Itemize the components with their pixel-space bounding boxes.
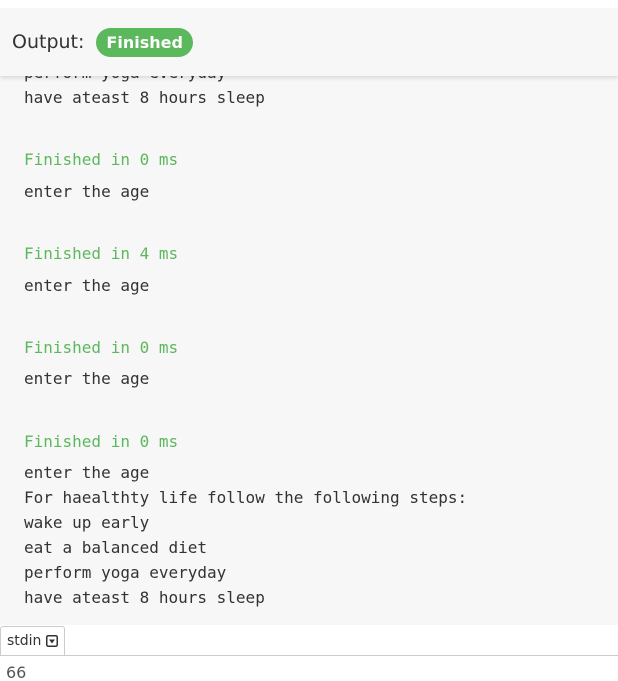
- top-strip: [0, 0, 618, 8]
- stdin-area: stdin 66: [0, 625, 618, 681]
- output-line: For haealthty life follow the following …: [24, 488, 468, 507]
- output-line: enter the age: [24, 463, 150, 482]
- output-line: Finished in 4 ms: [24, 244, 179, 263]
- output-label: Output:: [12, 31, 85, 53]
- output-header: Output: Finished: [0, 8, 618, 76]
- output-line: Finished in 0 ms: [24, 150, 179, 169]
- output-line: Finished in 0 ms: [24, 338, 179, 357]
- stdin-input[interactable]: 66: [6, 663, 26, 681]
- output-line: enter the age: [24, 182, 150, 201]
- output-line: Finished in 0 ms: [24, 432, 179, 451]
- output-line: have ateast 8 hours sleep: [24, 588, 265, 607]
- output-panel[interactable]: Output: Finished perform yoga everyday h…: [0, 8, 618, 625]
- stdin-divider: [0, 655, 618, 656]
- output-line: enter the age: [24, 369, 150, 388]
- output-line: wake up early: [24, 513, 150, 532]
- output-line: perform yoga everyday: [24, 563, 227, 582]
- output-line: eat a balanced diet: [24, 538, 208, 557]
- output-line: have ateast 8 hours sleep: [24, 88, 265, 107]
- stdin-tab-label: stdin: [7, 633, 42, 649]
- app-root: Output: Finished perform yoga everyday h…: [0, 0, 618, 681]
- output-line: enter the age: [24, 276, 150, 295]
- status-badge: Finished: [96, 27, 193, 57]
- chevron-down-box-icon[interactable]: [46, 635, 59, 647]
- stdin-tab[interactable]: stdin: [0, 626, 66, 655]
